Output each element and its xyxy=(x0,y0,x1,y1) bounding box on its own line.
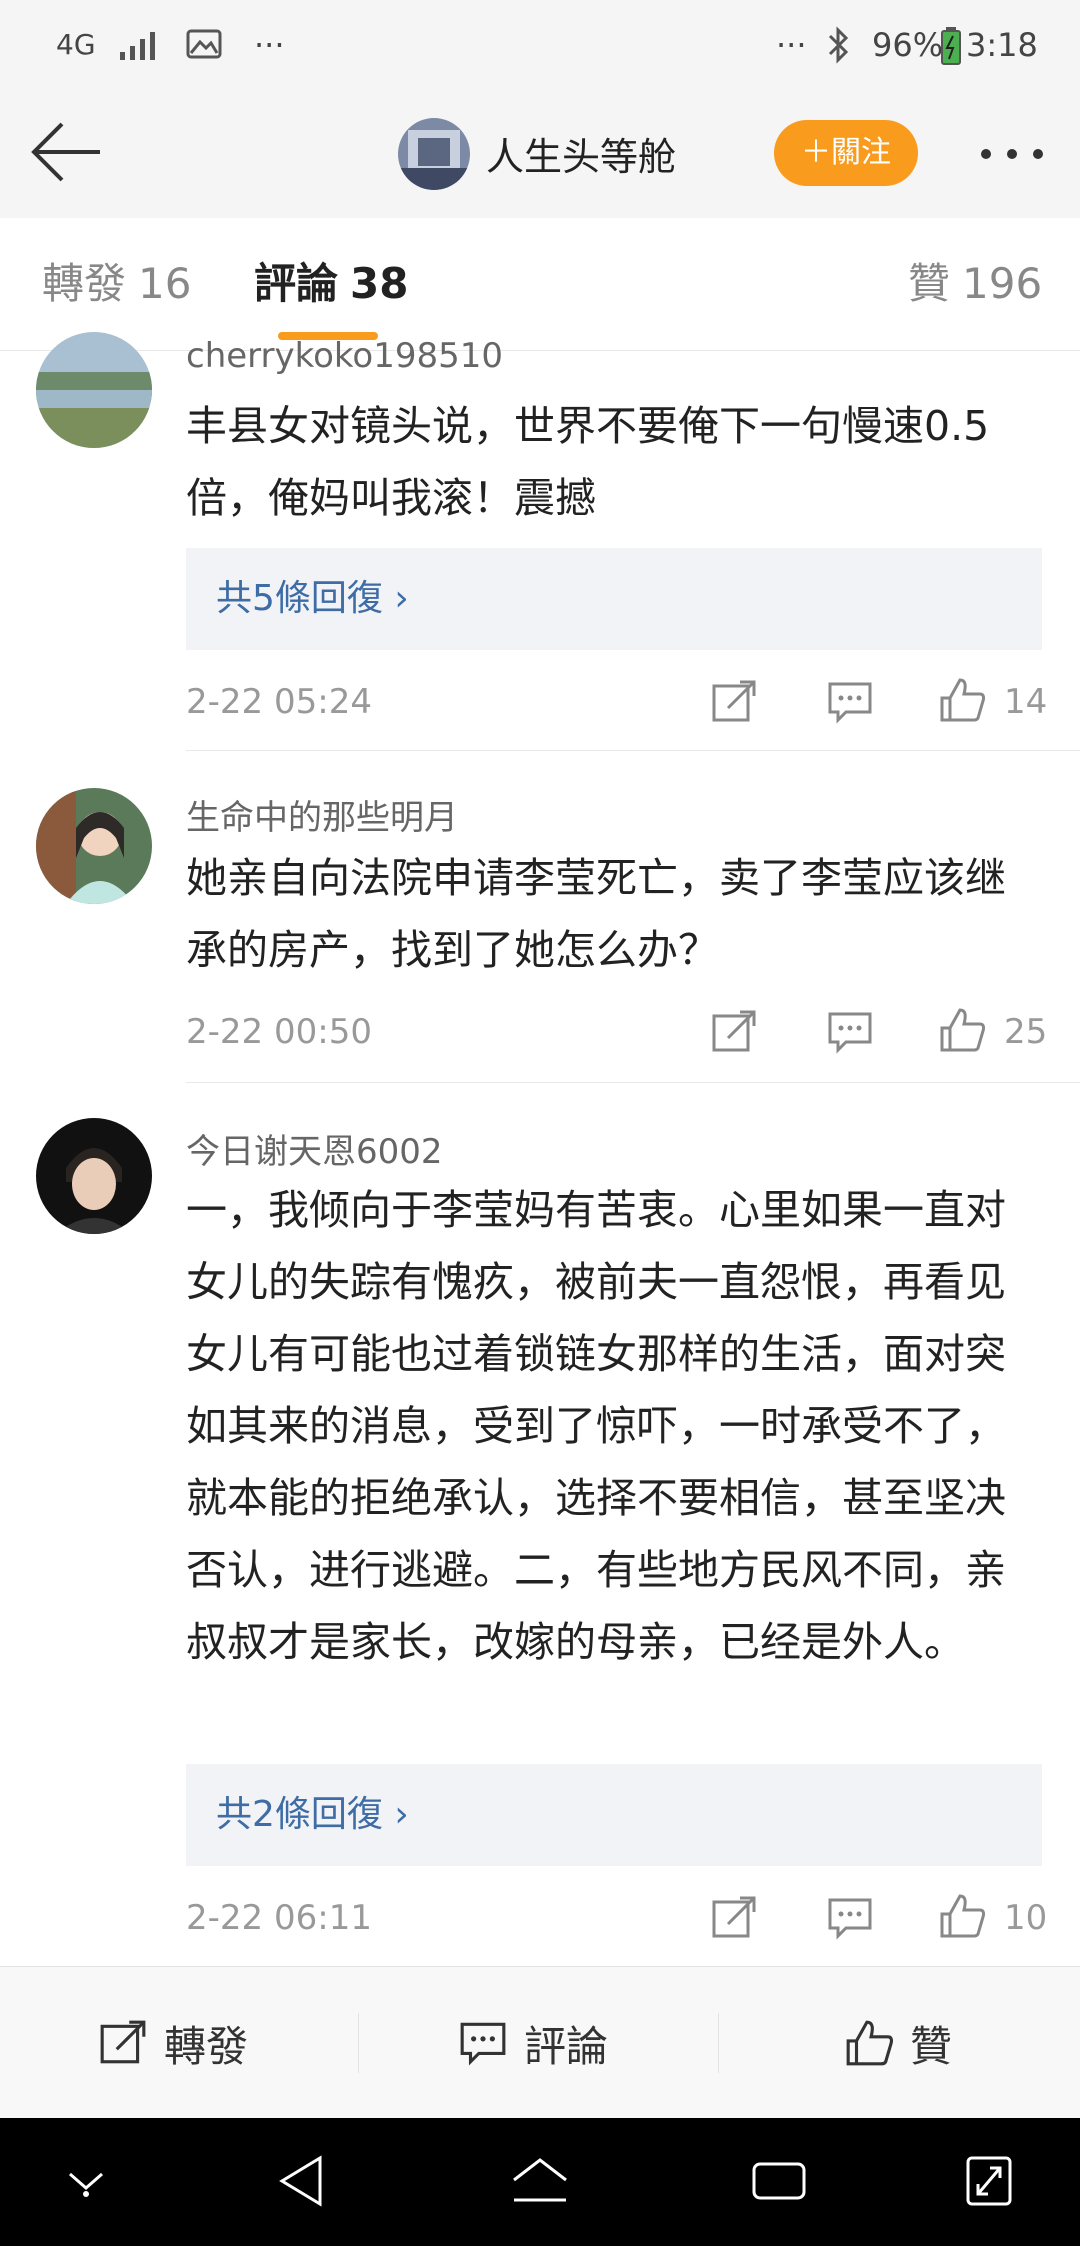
avatar[interactable] xyxy=(36,332,152,448)
replies-label: 共2條回復 › xyxy=(216,1794,409,1835)
more-notifications: ··· xyxy=(254,26,285,64)
tab-likes[interactable]: 贊 196 xyxy=(908,218,1042,350)
comment-time: 2-22 06:11 xyxy=(186,1898,372,1938)
signal-icon xyxy=(120,32,155,60)
home-icon[interactable] xyxy=(508,2154,572,2206)
divider xyxy=(186,750,1080,751)
back-triangle-icon[interactable] xyxy=(276,2154,324,2208)
back-arrow-icon[interactable] xyxy=(28,120,104,184)
share-icon[interactable] xyxy=(710,678,758,726)
clock: 3:18 xyxy=(966,26,1038,64)
like-icon[interactable] xyxy=(938,1006,986,1054)
comment-username[interactable]: cherrykoko198510 xyxy=(186,336,503,376)
view-replies-button[interactable]: 共5條回復 › xyxy=(186,548,1042,650)
tab-likes-count: 196 xyxy=(962,259,1043,308)
avatar[interactable] xyxy=(36,788,152,904)
tab-repost-count: 16 xyxy=(138,259,192,308)
comment-icon[interactable] xyxy=(826,678,874,726)
like-icon xyxy=(846,2020,894,2066)
battery-charging-icon xyxy=(941,27,961,65)
comment-text: 丰县女对镜头说，世界不要俺下一句慢速0.5倍，俺妈叫我滚！震撼 xyxy=(186,402,990,522)
like-count: 10 xyxy=(1004,1898,1048,1938)
bottom-action-bar: 轉發 評論 贊 xyxy=(0,1966,1080,2119)
comment-icon[interactable] xyxy=(826,1894,874,1942)
repost-label: 轉發 xyxy=(164,2021,249,2071)
share-icon[interactable] xyxy=(710,1894,758,1942)
tab-repost[interactable]: 轉發 16 xyxy=(42,218,191,350)
top-nav-bar: 人生头等舱 ＋關注 xyxy=(0,90,1080,219)
battery-percent: 96% xyxy=(872,26,944,64)
comment-time: 2-22 00:50 xyxy=(186,1012,372,1052)
expand-icon[interactable] xyxy=(964,2154,1014,2208)
network-indicator: 4G xyxy=(56,28,96,61)
tab-likes-label: 贊 xyxy=(908,259,951,308)
comment-button[interactable]: 評論 xyxy=(458,1967,608,2119)
recent-apps-icon[interactable] xyxy=(750,2158,808,2204)
divider xyxy=(718,2013,719,2073)
image-notification-icon xyxy=(186,29,222,59)
like-icon[interactable] xyxy=(938,676,986,724)
comment-icon[interactable] xyxy=(826,1008,874,1056)
like-count: 25 xyxy=(1004,1012,1048,1052)
like-icon[interactable] xyxy=(938,1892,986,1940)
chevron-down-icon[interactable] xyxy=(64,2166,108,2198)
divider xyxy=(358,2013,359,2073)
nav-avatar[interactable] xyxy=(398,118,470,190)
follow-button[interactable]: ＋關注 xyxy=(774,120,918,186)
replies-label: 共5條回復 › xyxy=(216,578,409,619)
system-nav-bar xyxy=(0,2118,1080,2246)
comment-text: 一，我倾向于李莹妈有苦衷。心里如果一直对女儿的失踪有愧疚，被前夫一直怨恨，再看见… xyxy=(186,1186,1006,1666)
comment-username[interactable]: 生命中的那些明月 xyxy=(186,790,458,839)
repost-button[interactable]: 轉發 xyxy=(98,1967,248,2119)
comment-label: 評論 xyxy=(524,2021,609,2071)
page-title: 人生头等舱 xyxy=(486,135,677,179)
tab-bar: 轉發 16 評論 38 贊 196 xyxy=(0,218,1080,351)
more-notifications-right: ··· xyxy=(776,26,807,64)
view-replies-button[interactable]: 共2條回復 › xyxy=(186,1764,1042,1866)
tab-comments[interactable]: 評論 38 xyxy=(254,218,408,350)
like-label: 贊 xyxy=(910,2021,953,2071)
divider xyxy=(186,1082,1080,1083)
comment-username[interactable]: 今日谢天恩6002 xyxy=(186,1124,443,1173)
status-bar: 4G ··· ··· 96% 3:18 xyxy=(0,0,1080,90)
tab-comments-label: 評論 xyxy=(254,259,339,308)
share-icon xyxy=(100,2020,146,2064)
avatar[interactable] xyxy=(36,1118,152,1234)
like-button[interactable]: 贊 xyxy=(844,1967,952,2119)
tab-comments-count: 38 xyxy=(350,259,409,308)
comment-time: 2-22 05:24 xyxy=(186,682,372,722)
comment-icon xyxy=(460,2022,506,2066)
comment-text: 她亲自向法院申请李莹死亡，卖了李莹应该继承的房产，找到了她怎么办？ xyxy=(186,854,1006,974)
like-count: 14 xyxy=(1004,682,1048,722)
share-icon[interactable] xyxy=(710,1008,758,1056)
tab-repost-label: 轉發 xyxy=(42,259,127,308)
more-dots-icon[interactable] xyxy=(976,144,1048,164)
bluetooth-icon xyxy=(828,26,849,64)
